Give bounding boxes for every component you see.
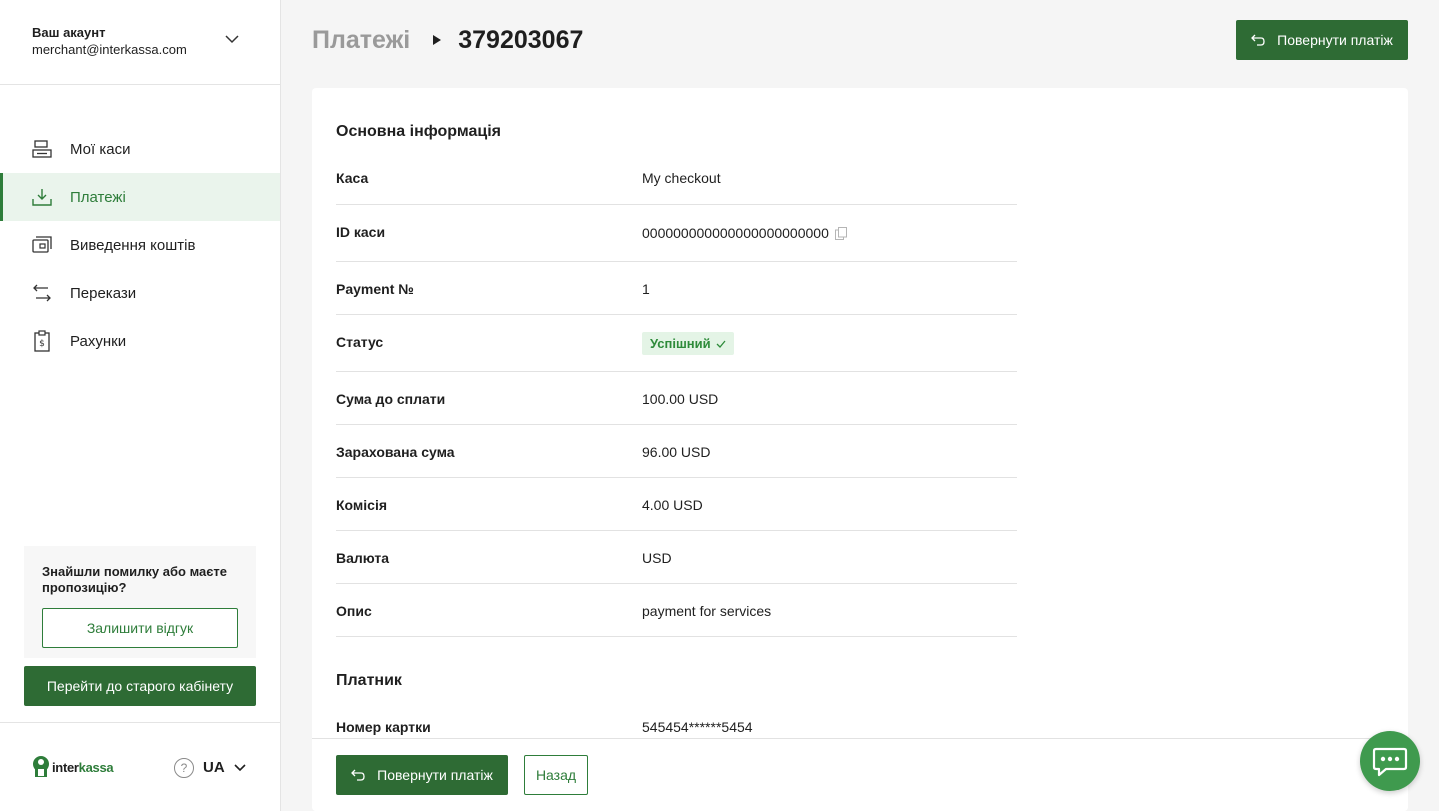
info-row-credited-amount: Зарахована сума 96.00 USD bbox=[336, 425, 1017, 478]
info-value: 1 bbox=[642, 281, 650, 297]
chevron-down-icon[interactable] bbox=[224, 31, 240, 47]
info-label: Статус bbox=[336, 334, 384, 350]
invoice-icon: $ bbox=[32, 330, 52, 352]
info-row-checkout-id: ID каси 000000000000000000000000 bbox=[336, 205, 1017, 262]
account-title: Ваш акаунт bbox=[32, 25, 106, 40]
section-title-payer: Платник bbox=[336, 672, 402, 689]
section-title-main: Основна інформація bbox=[336, 123, 501, 140]
undo-icon bbox=[351, 769, 365, 781]
caret-right-icon bbox=[433, 35, 442, 45]
sidebar: Ваш акаунт merchant@interkassa.com Мої к… bbox=[0, 0, 281, 811]
info-label: Payment № bbox=[336, 281, 414, 297]
download-icon bbox=[32, 186, 52, 208]
leave-feedback-button[interactable]: Залишити відгук bbox=[42, 608, 238, 648]
sidebar-item-label: Рахунки bbox=[70, 332, 127, 350]
breadcrumb-payments[interactable]: Платежі bbox=[312, 26, 410, 55]
chat-icon bbox=[1372, 747, 1408, 777]
help-icon[interactable]: ? bbox=[174, 758, 194, 778]
main-info-list: Каса My checkout ID каси 000000000000000… bbox=[336, 158, 1017, 637]
info-row-payment-number: Payment № 1 bbox=[336, 262, 1017, 315]
info-label: Зарахована сума bbox=[336, 444, 455, 460]
info-row-description: Опис payment for services bbox=[336, 584, 1017, 637]
copy-icon[interactable] bbox=[834, 226, 847, 240]
transfer-icon bbox=[32, 282, 52, 304]
info-value: payment for services bbox=[642, 603, 772, 619]
refund-button[interactable]: Повернути платіж bbox=[336, 755, 508, 795]
feedback-panel: Знайшли помилку або маєте пропозицію? За… bbox=[24, 546, 256, 658]
info-value: My checkout bbox=[642, 170, 721, 186]
sidebar-item-invoices[interactable]: $ Рахунки bbox=[0, 317, 280, 365]
chat-button[interactable] bbox=[1360, 731, 1420, 791]
undo-icon bbox=[1251, 34, 1265, 46]
check-icon bbox=[716, 340, 726, 348]
info-label: Сума до сплати bbox=[336, 391, 446, 407]
sidebar-nav: Мої каси Платежі Виведення коштів Перека… bbox=[0, 125, 280, 365]
info-label: Опис bbox=[336, 603, 372, 619]
info-label: ID каси bbox=[336, 224, 386, 240]
info-row-status: Статус Успішний bbox=[336, 315, 1017, 372]
info-label: Номер картки bbox=[336, 719, 431, 735]
refund-button[interactable]: Повернути платіж bbox=[1236, 20, 1408, 60]
logo-icon bbox=[33, 756, 49, 777]
refund-button-label: Повернути платіж bbox=[377, 767, 493, 783]
info-row-commission: Комісія 4.00 USD bbox=[336, 478, 1017, 531]
account-email: merchant@interkassa.com bbox=[32, 42, 187, 57]
sidebar-footer: interkassa ? UA bbox=[0, 722, 280, 811]
sidebar-item-label: Платежі bbox=[70, 188, 126, 206]
logo-text-kassa: kassa bbox=[78, 759, 114, 775]
sidebar-item-transfers[interactable]: Перекази bbox=[0, 269, 280, 317]
sidebar-item-label: Мої каси bbox=[70, 140, 131, 158]
refund-button-label: Повернути платіж bbox=[1277, 32, 1393, 48]
info-label: Комісія bbox=[336, 497, 388, 513]
card-footer: Повернути платіж Назад bbox=[312, 738, 1408, 811]
account-switcher[interactable]: Ваш акаунт merchant@interkassa.com bbox=[0, 0, 280, 85]
interkassa-logo: interkassa bbox=[32, 755, 114, 779]
sidebar-item-payments[interactable]: Платежі bbox=[0, 173, 280, 221]
info-value: 100.00 USD bbox=[642, 391, 719, 407]
language-label: UA bbox=[203, 759, 225, 776]
info-row-amount-due: Сума до сплати 100.00 USD bbox=[336, 372, 1017, 425]
payment-details-card: Основна інформація Каса My checkout ID к… bbox=[312, 88, 1408, 811]
sidebar-item-label: Виведення коштів bbox=[70, 236, 196, 254]
sidebar-item-label: Перекази bbox=[70, 284, 137, 302]
info-row-currency: Валюта USD bbox=[336, 531, 1017, 584]
info-label: Каса bbox=[336, 170, 369, 186]
back-button[interactable]: Назад bbox=[524, 755, 588, 795]
info-value: 4.00 USD bbox=[642, 497, 703, 513]
feedback-text: Знайшли помилку або маєте пропозицію? bbox=[42, 564, 228, 595]
checkout-icon bbox=[32, 138, 52, 160]
status-badge: Успішний bbox=[642, 332, 734, 355]
info-value: USD bbox=[642, 550, 672, 566]
sidebar-item-withdrawals[interactable]: Виведення коштів bbox=[0, 221, 280, 269]
info-value: 545454******5454 bbox=[642, 719, 753, 735]
logo-text-inter: inter bbox=[52, 759, 79, 775]
breadcrumb: Платежі 379203067 bbox=[312, 20, 583, 60]
old-cabinet-button[interactable]: Перейти до старого кабінету bbox=[24, 666, 256, 706]
info-value: 96.00 USD bbox=[642, 444, 711, 460]
info-row-checkout: Каса My checkout bbox=[336, 158, 1017, 205]
chevron-down-icon bbox=[234, 763, 246, 771]
info-value: 000000000000000000000000 bbox=[642, 225, 829, 241]
sidebar-item-checkouts[interactable]: Мої каси bbox=[0, 125, 280, 173]
status-badge-label: Успішний bbox=[650, 336, 711, 351]
svg-text:$: $ bbox=[39, 339, 45, 349]
info-label: Валюта bbox=[336, 550, 390, 566]
language-selector[interactable]: UA bbox=[203, 759, 247, 776]
withdraw-icon bbox=[32, 234, 52, 256]
page-title: 379203067 bbox=[458, 25, 584, 54]
